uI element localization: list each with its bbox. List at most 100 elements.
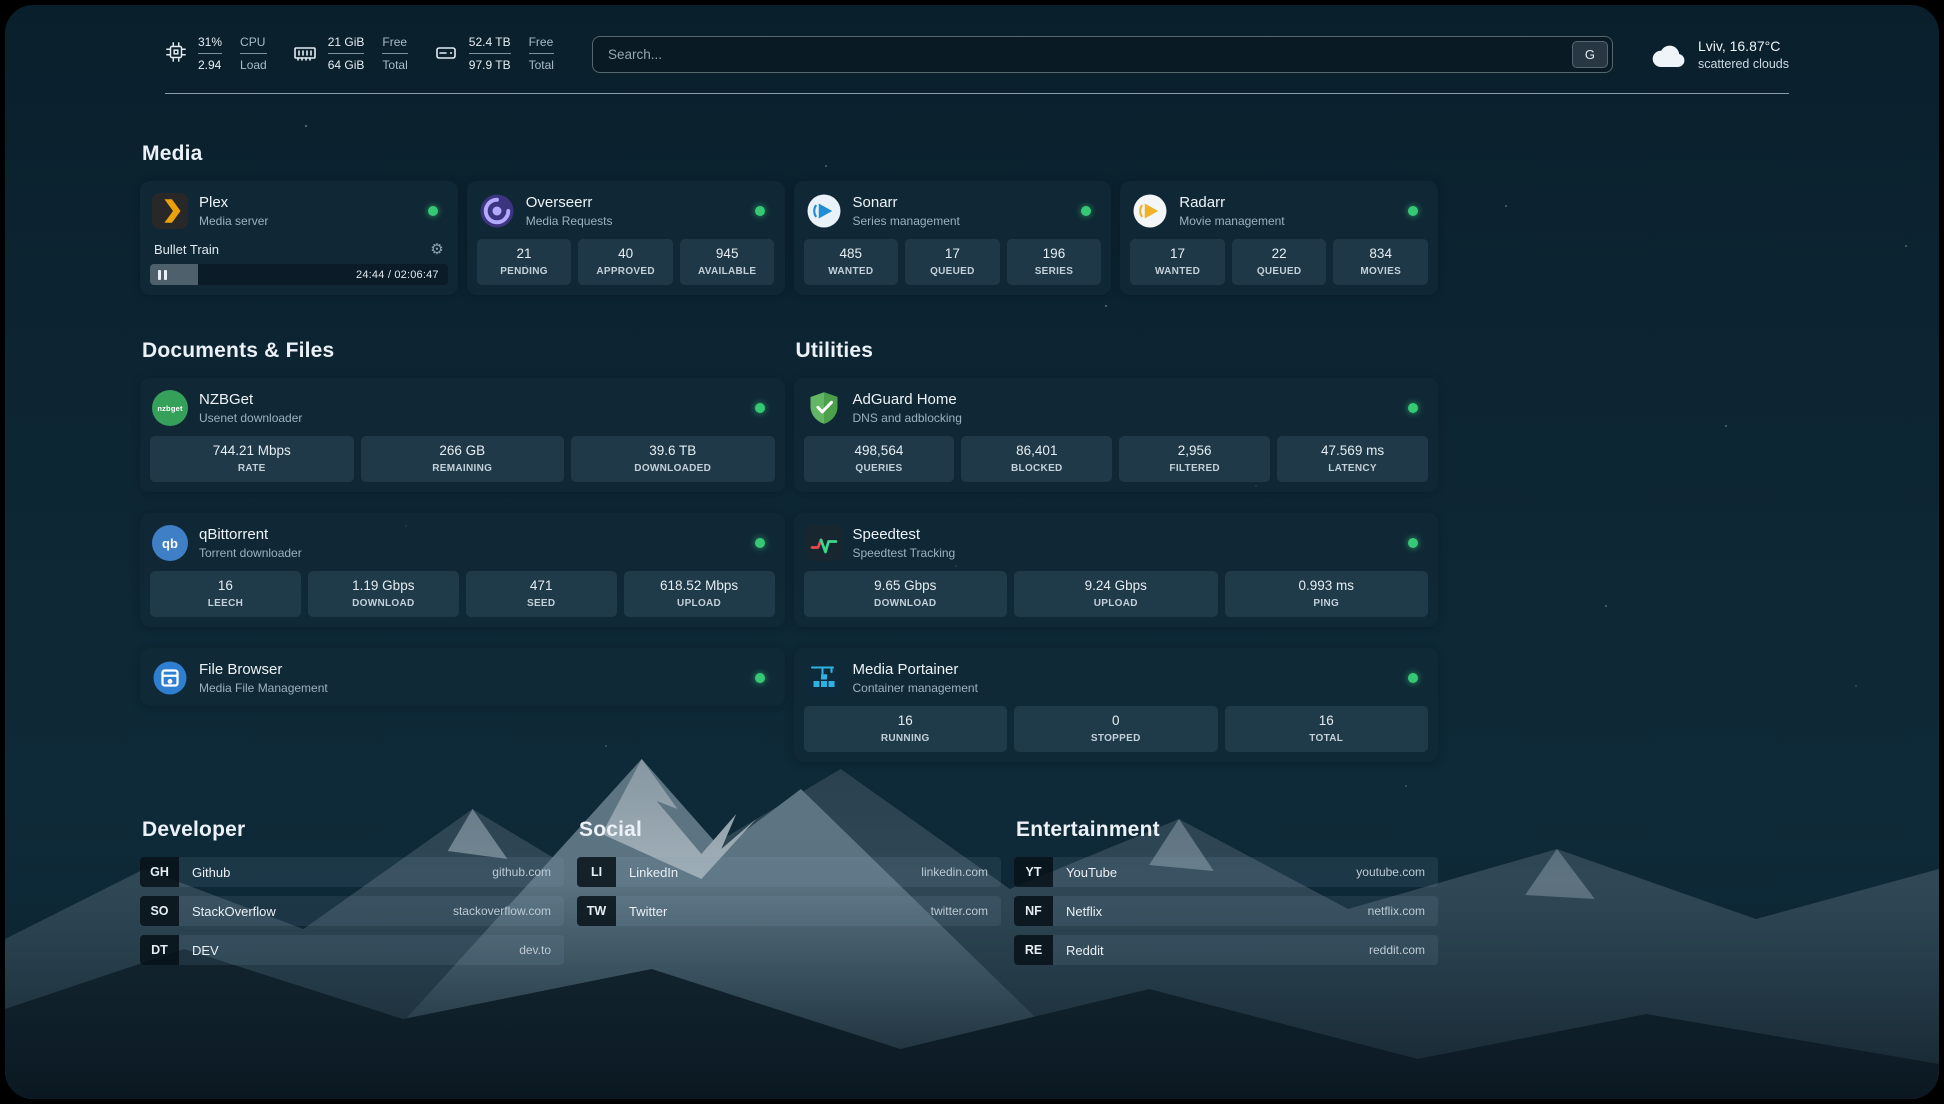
stat-total: 16 TOTAL [1225, 706, 1429, 752]
service-description: DNS and adblocking [853, 411, 962, 425]
bookmark-reddit[interactable]: RE Reddit reddit.com [1014, 935, 1438, 965]
bookmark-youtube[interactable]: YT YouTube youtube.com [1014, 857, 1438, 887]
service-name: Sonarr [853, 194, 960, 211]
status-indicator [1408, 206, 1418, 216]
plex-now-playing: Bullet Train ⚙ 24:44 / 02:06:47 [150, 242, 448, 285]
status-indicator [755, 206, 765, 216]
search-bar: G [592, 36, 1613, 73]
service-description: Container management [853, 681, 978, 695]
service-description: Movie management [1179, 214, 1284, 228]
cpu-widget: 31% CPU 2.94 Load [165, 33, 267, 76]
section-documents: Documents & Files nzbget NZBGet Usenet d… [140, 339, 785, 762]
service-card-filebrowser[interactable]: File Browser Media File Management [140, 648, 785, 706]
bookmark-github[interactable]: GH Github github.com [140, 857, 564, 887]
filebrowser-icon [152, 660, 188, 696]
gear-icon[interactable]: ⚙ [430, 242, 443, 257]
topbar: 31% CPU 2.94 Load 21 GiB Free 64 GiB [165, 33, 1789, 94]
stat-download: 9.65 Gbps DOWNLOAD [804, 571, 1008, 617]
search-provider-button[interactable]: G [1572, 41, 1608, 68]
section-title-developer: Developer [142, 818, 564, 842]
service-name: Speedtest [853, 526, 956, 543]
stat-series: 196 SERIES [1007, 239, 1102, 285]
bookmark-abbr: RE [1014, 935, 1053, 965]
section-title-social: Social [579, 818, 1001, 842]
service-card-nzbget[interactable]: nzbget NZBGet Usenet downloader 744.21 M… [140, 378, 785, 492]
bookmark-name: Twitter [629, 904, 667, 919]
stat-seed: 471 SEED [466, 571, 617, 617]
service-description: Media server [199, 214, 268, 228]
section-utilities: Utilities [794, 339, 1439, 762]
bookmark-url: twitter.com [931, 904, 1001, 918]
service-name: Overseerr [526, 194, 613, 211]
stat-latency: 47.569 ms LATENCY [1277, 436, 1428, 482]
plex-icon [152, 193, 188, 229]
service-card-adguard[interactable]: AdGuard Home DNS and adblocking 498,564 … [794, 378, 1439, 492]
dashboard-window: 31% CPU 2.94 Load 21 GiB Free 64 GiB [5, 5, 1939, 1099]
search-input[interactable] [592, 36, 1613, 73]
disk-free-value: 52.4 TB [469, 33, 511, 54]
bookmark-name: Netflix [1066, 904, 1102, 919]
bookmark-url: linkedin.com [921, 865, 1001, 879]
bookmark-netflix[interactable]: NF Netflix netflix.com [1014, 896, 1438, 926]
weather-widget: Lviv, 16.87°C scattered clouds [1651, 38, 1789, 71]
service-name: qBittorrent [199, 526, 302, 543]
stat-blocked: 86,401 BLOCKED [961, 436, 1112, 482]
service-name: AdGuard Home [853, 391, 962, 408]
bookmark-dev[interactable]: DT DEV dev.to [140, 935, 564, 965]
stat-remaining: 266 GB REMAINING [361, 436, 565, 482]
service-name: Radarr [1179, 194, 1284, 211]
service-name: File Browser [199, 661, 328, 678]
bookmark-linkedin[interactable]: LI LinkedIn linkedin.com [577, 857, 1001, 887]
service-description: Speedtest Tracking [853, 546, 956, 560]
section-developer: Developer GH Github github.com SO StackO… [140, 818, 564, 965]
service-card-portainer[interactable]: Media Portainer Container management 16 … [794, 648, 1439, 762]
status-indicator [1408, 673, 1418, 683]
service-card-overseerr[interactable]: Overseerr Media Requests 21 PENDING [467, 181, 785, 295]
sonarr-icon [806, 193, 842, 229]
portainer-icon [806, 660, 842, 696]
bookmark-abbr: YT [1014, 857, 1053, 887]
status-indicator [755, 673, 765, 683]
bookmark-twitter[interactable]: TW Twitter twitter.com [577, 896, 1001, 926]
service-description: Media File Management [199, 681, 328, 695]
service-name: Plex [199, 194, 268, 211]
stat-wanted: 485 WANTED [804, 239, 899, 285]
bookmark-url: stackoverflow.com [453, 904, 564, 918]
status-indicator [1081, 206, 1091, 216]
cpu-load-value: 2.94 [198, 56, 222, 76]
bookmark-stackoverflow[interactable]: SO StackOverflow stackoverflow.com [140, 896, 564, 926]
weather-condition: scattered clouds [1698, 57, 1789, 71]
service-card-speedtest[interactable]: Speedtest Speedtest Tracking 9.65 Gbps D… [794, 513, 1439, 627]
service-description: Media Requests [526, 214, 613, 228]
speedtest-icon [806, 525, 842, 561]
stat-download: 1.19 Gbps DOWNLOAD [308, 571, 459, 617]
service-card-radarr[interactable]: Radarr Movie management 17 WANTED 2 [1120, 181, 1438, 295]
stat-ping: 0.993 ms PING [1225, 571, 1429, 617]
service-description: Torrent downloader [199, 546, 302, 560]
service-card-qbittorrent[interactable]: qb qBittorrent Torrent downloader 16 [140, 513, 785, 627]
qbittorrent-icon: qb [152, 525, 188, 561]
status-indicator [1408, 538, 1418, 548]
now-playing-title: Bullet Train [154, 242, 219, 257]
stat-filtered: 2,956 FILTERED [1119, 436, 1270, 482]
memory-total-label: Total [382, 56, 407, 76]
pause-icon[interactable] [158, 270, 167, 280]
section-title-utilities: Utilities [796, 339, 1439, 363]
cpu-label: CPU [240, 33, 267, 54]
bookmark-url: netflix.com [1368, 904, 1438, 918]
bookmark-url: github.com [492, 865, 564, 879]
disk-icon [434, 41, 458, 65]
service-card-plex[interactable]: Plex Media server Bullet Train ⚙ [140, 181, 458, 295]
stat-running: 16 RUNNING [804, 706, 1008, 752]
plex-progress-bar[interactable]: 24:44 / 02:06:47 [150, 264, 448, 285]
memory-icon [293, 41, 317, 65]
disk-widget: 52.4 TB Free 97.9 TB Total [434, 33, 554, 76]
section-entertainment: Entertainment YT YouTube youtube.com NF … [1014, 818, 1438, 965]
bookmark-abbr: TW [577, 896, 616, 926]
overseerr-icon [479, 193, 515, 229]
disk-total-value: 97.9 TB [469, 56, 511, 76]
section-title-entertainment: Entertainment [1016, 818, 1438, 842]
bookmark-abbr: DT [140, 935, 179, 965]
service-card-sonarr[interactable]: Sonarr Series management 485 WANTED [794, 181, 1112, 295]
nzbget-icon: nzbget [152, 390, 188, 426]
